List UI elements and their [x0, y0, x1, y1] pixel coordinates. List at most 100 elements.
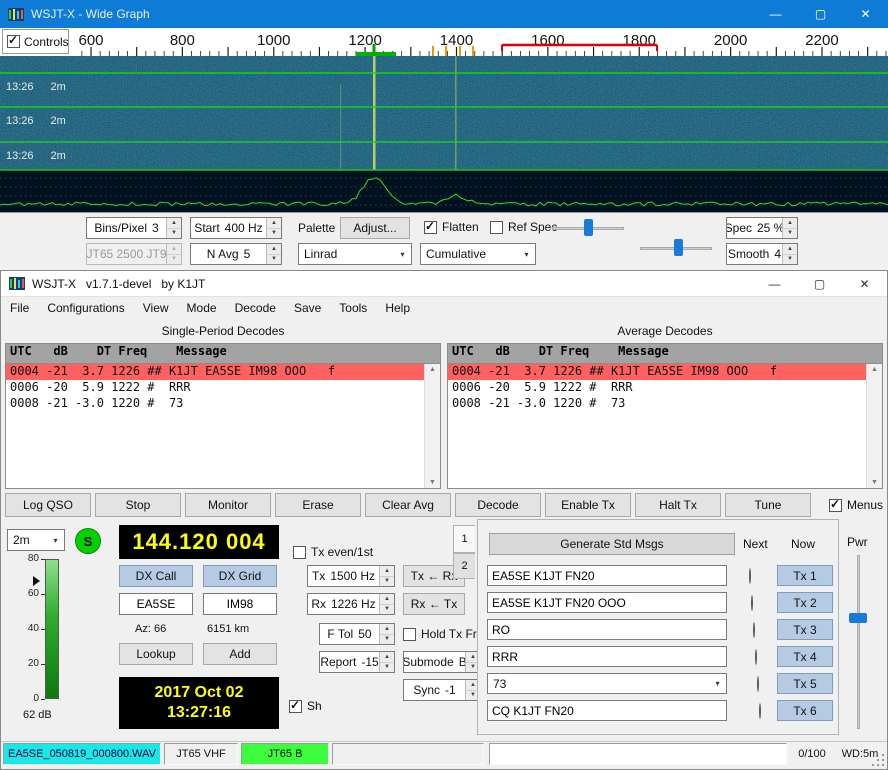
dx-grid-input[interactable] — [203, 593, 277, 615]
decode-row[interactable]: 0004 -21 3.7 1226 ## K1JT EA5SE IM98 OOO… — [448, 364, 882, 380]
dx-grid-button[interactable]: DX Grid — [203, 565, 277, 587]
next-radio[interactable] — [751, 595, 753, 611]
add-button[interactable]: Add — [203, 643, 277, 665]
rx-from-tx-button[interactable]: Rx ← Tx — [403, 593, 465, 615]
monitor-button[interactable]: Monitor — [185, 493, 271, 517]
erase-button[interactable]: Erase — [275, 493, 361, 517]
menu-item-view[interactable]: View — [134, 301, 178, 315]
tx1-button[interactable]: Tx 1 — [777, 565, 833, 586]
decode-row[interactable]: 0004 -21 3.7 1226 ## K1JT EA5SE IM98 OOO… — [6, 364, 440, 380]
tx4-button[interactable]: Tx 4 — [777, 646, 833, 667]
frequency-scale[interactable]: 6008001000120014001600180020002200 — [0, 28, 888, 56]
tab-1[interactable]: 1 — [453, 525, 475, 553]
spin-down-icon: ▼ — [267, 229, 281, 239]
generate-std-msgs-button[interactable]: Generate Std Msgs — [489, 533, 735, 555]
tx6-button[interactable]: Tx 6 — [777, 700, 833, 721]
adjust-button[interactable]: Adjust... — [340, 217, 410, 239]
n-avg-spinner[interactable]: N Avg5 ▲▼ — [190, 243, 282, 265]
decode-list[interactable]: 0004 -21 3.7 1226 ## K1JT EA5SE IM98 OOO… — [5, 364, 441, 489]
menu-item-mode[interactable]: Mode — [178, 301, 226, 315]
menu-item-help[interactable]: Help — [376, 301, 419, 315]
dx-call-input[interactable] — [119, 593, 193, 615]
tab-2[interactable]: 2 — [453, 553, 475, 579]
tx3-button[interactable]: Tx 3 — [777, 619, 833, 640]
tx5-button[interactable]: Tx 5 — [777, 673, 833, 694]
message-input-3[interactable] — [487, 619, 727, 640]
dx-call-button[interactable]: DX Call — [119, 565, 193, 587]
decode-row[interactable]: 0008 -21 -3.0 1220 # 73 — [448, 396, 882, 412]
minimize-button[interactable]: — — [752, 271, 797, 296]
tx-freq-spinner[interactable]: Tx1500 Hz ▲▼ — [307, 565, 395, 587]
decode-scrollbar[interactable]: ▲ ▼ — [424, 364, 440, 488]
display-mode-select[interactable]: Cumulative ▾ — [420, 243, 536, 265]
next-radio[interactable] — [749, 568, 751, 584]
waterfall-gain-slider[interactable] — [552, 218, 624, 238]
svg-text:1600: 1600 — [531, 32, 564, 49]
spec-percent-spinner[interactable]: Spec25 % ▲▼ — [726, 217, 798, 239]
main-titlebar[interactable]: WSJT-X v1.7.1-devel by K1JT — ▢ ✕ — [1, 271, 887, 297]
pwr-slider[interactable] — [847, 555, 869, 729]
log-qso-button[interactable]: Log QSO — [5, 493, 91, 517]
submode-spinner[interactable]: SubmodeB ▲▼ — [403, 651, 481, 673]
controls-toggle[interactable]: ✓ Controls — [2, 29, 69, 54]
pwr-slider-handle[interactable] — [849, 613, 867, 623]
tx-even-toggle[interactable]: ✓ Tx even/1st — [293, 545, 373, 559]
report-spinner[interactable]: Report-15 ▲▼ — [319, 651, 395, 673]
next-radio[interactable] — [759, 703, 761, 719]
azimuth-label: Az: 66 — [135, 623, 166, 635]
sync-spinner[interactable]: Sync-1 ▲▼ — [403, 679, 481, 701]
menu-item-save[interactable]: Save — [285, 301, 330, 315]
menu-item-configurations[interactable]: Configurations — [38, 301, 133, 315]
palette-select[interactable]: Linrad ▾ — [298, 243, 412, 265]
controls-checkbox[interactable]: ✓ — [7, 35, 20, 48]
halt-tx-button[interactable]: Halt Tx — [635, 493, 721, 517]
menu-item-tools[interactable]: Tools — [330, 301, 376, 315]
menu-item-file[interactable]: File — [1, 301, 38, 315]
minimize-button[interactable]: — — [753, 0, 798, 28]
decode-list[interactable]: 0004 -21 3.7 1226 ## K1JT EA5SE IM98 OOO… — [447, 364, 883, 489]
lookup-button[interactable]: Lookup — [119, 643, 193, 665]
message-input-1[interactable] — [487, 565, 727, 586]
enable-tx-button[interactable]: Enable Tx — [545, 493, 631, 517]
bins-per-pixel-spinner[interactable]: Bins/Pixel3 ▲▼ — [86, 217, 182, 239]
decode-row[interactable]: 0006 -20 5.9 1222 # RRR — [6, 380, 440, 396]
clear-avg-button[interactable]: Clear Avg — [365, 493, 451, 517]
message-input-4[interactable] — [487, 646, 727, 667]
tune-button[interactable]: Tune — [725, 493, 811, 517]
ref-spec-toggle[interactable]: ✓ Ref Spec — [490, 220, 557, 234]
next-radio[interactable] — [755, 649, 757, 665]
decode-button[interactable]: Decode — [455, 493, 541, 517]
spin-down-icon: ▼ — [380, 605, 394, 615]
next-radio[interactable] — [757, 676, 759, 692]
message-input-6[interactable] — [487, 700, 727, 721]
sh-toggle[interactable]: ✓ Sh — [289, 699, 322, 713]
maximize-button[interactable]: ▢ — [798, 0, 843, 28]
stop-button[interactable]: Stop — [95, 493, 181, 517]
smooth-spinner[interactable]: Smooth4 ▲▼ — [726, 243, 798, 265]
band-select[interactable]: 2m ▾ — [7, 529, 65, 551]
message-input-2[interactable] — [487, 592, 727, 613]
flatten-toggle[interactable]: ✓ Flatten — [424, 220, 479, 234]
close-button[interactable]: ✕ — [842, 271, 887, 296]
close-button[interactable]: ✕ — [843, 0, 888, 28]
chevron-down-icon: ▾ — [709, 674, 726, 693]
waterfall-zero-slider[interactable] — [640, 238, 712, 258]
wide-graph-titlebar[interactable]: WSJT-X - Wide Graph — ▢ ✕ — [0, 0, 888, 28]
maximize-button[interactable]: ▢ — [797, 271, 842, 296]
waterfall[interactable] — [0, 56, 888, 212]
message-combo-5[interactable]: 73 ▾ — [487, 673, 727, 694]
svg-text:1400: 1400 — [440, 32, 473, 49]
decode-scrollbar[interactable]: ▲ ▼ — [866, 364, 882, 488]
resize-grip[interactable] — [872, 754, 885, 767]
next-radio[interactable] — [753, 622, 755, 638]
decode-row[interactable]: 0006 -20 5.9 1222 # RRR — [448, 380, 882, 396]
tx2-button[interactable]: Tx 2 — [777, 592, 833, 613]
svg-text:2200: 2200 — [805, 32, 838, 49]
decode-row[interactable]: 0008 -21 -3.0 1220 # 73 — [6, 396, 440, 412]
rx-freq-spinner[interactable]: Rx1226 Hz ▲▼ — [307, 593, 395, 615]
f-tol-spinner[interactable]: F Tol50 ▲▼ — [319, 623, 395, 645]
frequency-display[interactable]: 144.120 004 — [119, 525, 279, 559]
menu-item-decode[interactable]: Decode — [226, 301, 285, 315]
menus-toggle[interactable]: ✓ Menus — [829, 498, 883, 512]
start-frequency-spinner[interactable]: Start400 Hz ▲▼ — [190, 217, 282, 239]
